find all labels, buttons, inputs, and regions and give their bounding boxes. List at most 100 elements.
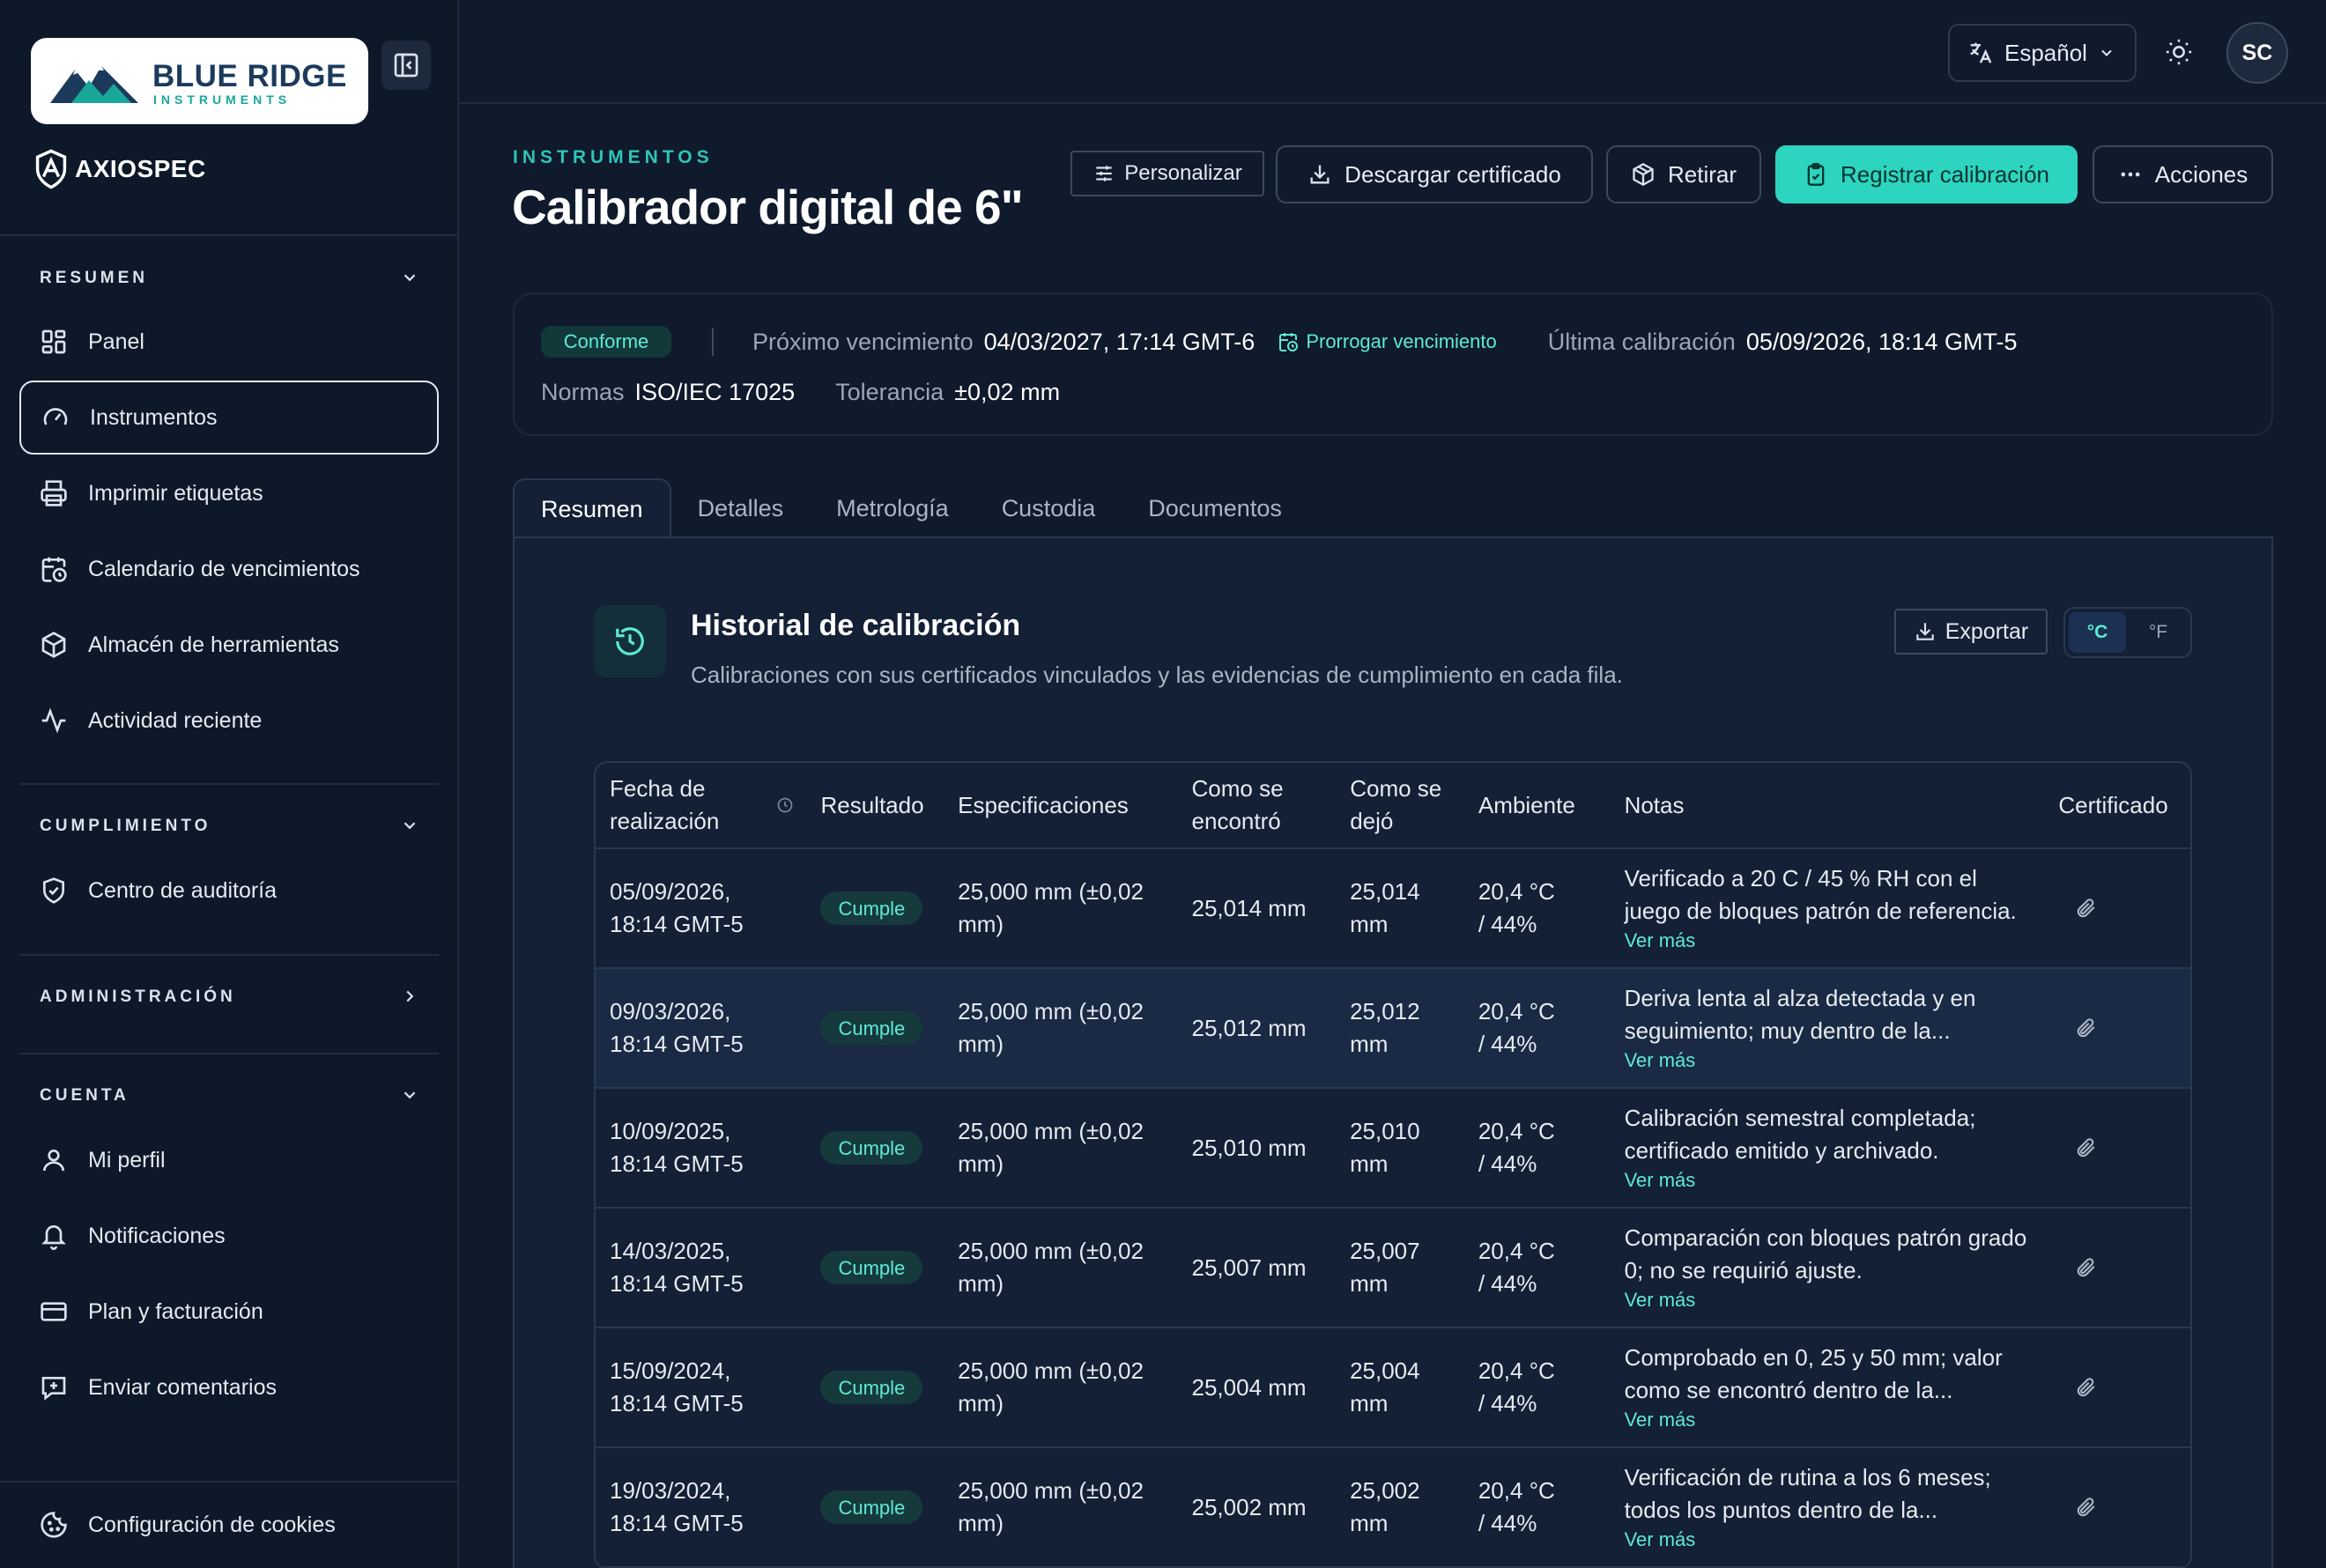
- table-body: 05/09/2026, 18:14 GMT-5 Cumple 25,000 mm (…: [596, 849, 2190, 1568]
- sidebar-collapse-icon: [394, 53, 419, 78]
- cell-as-found: 25,012 mm: [1191, 1014, 1307, 1041]
- result-badge: Cumple: [820, 1371, 923, 1405]
- norms-value: ISO/IEC 17025: [634, 379, 796, 405]
- table-row[interactable]: 05/09/2026, 18:14 GMT-5 Cumple 25,000 mm (…: [596, 849, 2190, 969]
- cell-as-left: 25,002 mm: [1350, 1477, 1420, 1536]
- tab-bar: Resumen Detalles Metrología Custodia Doc…: [513, 478, 1308, 538]
- paperclip-icon[interactable]: [2074, 1017, 2097, 1039]
- calendar-clock-icon: [1279, 333, 1299, 351]
- sidebar-item-label: Notificaciones: [88, 1223, 226, 1248]
- see-more-link[interactable]: Ver más: [1625, 1407, 2031, 1433]
- unit-fahrenheit[interactable]: °F: [2130, 612, 2187, 653]
- package-icon: [1633, 162, 1654, 187]
- column-certificate[interactable]: Certificado: [2044, 789, 2190, 822]
- see-more-link[interactable]: Ver más: [1625, 1527, 2031, 1553]
- tab-detalles[interactable]: Detalles: [671, 478, 811, 538]
- sun-icon[interactable]: [2164, 37, 2194, 67]
- cell-certificate: [2044, 1017, 2190, 1039]
- sidebar-item-plan[interactable]: Plan y facturación: [19, 1275, 439, 1349]
- sidebar-item-label: Enviar comentarios: [88, 1374, 277, 1400]
- sidebar-item-imprimir-etiquetas[interactable]: Imprimir etiquetas: [19, 456, 439, 530]
- actions-menu-button[interactable]: Acciones: [2093, 145, 2273, 203]
- collapse-sidebar-button[interactable]: [381, 41, 431, 90]
- sidebar-item-label: Panel: [88, 329, 144, 354]
- chevron-right-icon[interactable]: [400, 987, 419, 1006]
- see-more-link[interactable]: Ver más: [1625, 928, 2031, 954]
- table-row[interactable]: 19/03/2024, 18:14 GMT-5 Cumple 25,000 mm (…: [596, 1448, 2190, 1568]
- section-title: Historial de calibración: [691, 609, 1021, 642]
- avatar[interactable]: SC: [2226, 22, 2288, 84]
- extend-due-link[interactable]: Prorrogar vencimiento: [1278, 330, 1497, 353]
- column-notes[interactable]: Notas: [1611, 789, 2045, 822]
- customize-button[interactable]: Personalizar: [1070, 151, 1264, 196]
- last-calibration-label: Última calibración: [1547, 328, 1736, 355]
- sidebar-item-instrumentos[interactable]: Instrumentos: [19, 381, 439, 455]
- table-row[interactable]: 10/09/2025, 18:14 GMT-5 Cumple 25,000 mm (…: [596, 1089, 2190, 1209]
- chevron-down-icon: [2101, 49, 2112, 56]
- table-row[interactable]: 14/03/2025, 18:14 GMT-5 Cumple 25,000 mm (…: [596, 1209, 2190, 1328]
- sidebar-item-comentarios[interactable]: Enviar comentarios: [19, 1350, 439, 1424]
- cell-environment: 20,4 °C / 44%: [1478, 1238, 1555, 1297]
- tab-documentos[interactable]: Documentos: [1122, 478, 1308, 538]
- paperclip-icon[interactable]: [2074, 897, 2097, 920]
- section-label-cumplimiento[interactable]: CUMPLIMIENTO: [40, 817, 211, 836]
- sidebar-item-cookies[interactable]: Configuración de cookies: [19, 1488, 439, 1562]
- see-more-link[interactable]: Ver más: [1625, 1287, 2031, 1313]
- column-date[interactable]: Fecha de realización: [596, 773, 806, 838]
- sidebar-item-label: Almacén de herramientas: [88, 632, 339, 657]
- column-result[interactable]: Resultado: [806, 789, 944, 822]
- column-as-found[interactable]: Como se encontró: [1178, 773, 1337, 838]
- download-certificate-button[interactable]: Descargar certificado: [1276, 145, 1593, 203]
- sidebar-item-almacen[interactable]: Almacén de herramientas: [19, 608, 439, 682]
- cell-specifications: 25,000 mm (±0,02 mm): [958, 1477, 1144, 1536]
- column-environment[interactable]: Ambiente: [1464, 789, 1611, 822]
- breadcrumb[interactable]: INSTRUMENTOS: [513, 147, 714, 168]
- paperclip-icon[interactable]: [2074, 1496, 2097, 1519]
- tab-custodia[interactable]: Custodia: [975, 478, 1122, 538]
- column-specifications[interactable]: Especificaciones: [944, 789, 1177, 822]
- cell-as-found: 25,007 mm: [1191, 1254, 1307, 1281]
- cell-date: 05/09/2026, 18:14 GMT-5: [610, 878, 744, 937]
- register-calibration-button[interactable]: Registrar calibración: [1775, 145, 2078, 203]
- see-more-link[interactable]: Ver más: [1625, 1167, 2031, 1194]
- cell-as-found: 25,014 mm: [1191, 894, 1307, 921]
- sidebar-item-auditoria[interactable]: Centro de auditoría: [19, 854, 439, 928]
- column-as-left[interactable]: Como se dejó: [1336, 773, 1464, 838]
- table-row[interactable]: 15/09/2024, 18:14 GMT-5 Cumple 25,000 mm (…: [596, 1328, 2190, 1448]
- sidebar-item-notificaciones[interactable]: Notificaciones: [19, 1199, 439, 1273]
- tab-metrologia[interactable]: Metrología: [810, 478, 975, 538]
- paperclip-icon[interactable]: [2074, 1256, 2097, 1279]
- cell-as-found: 25,002 mm: [1191, 1493, 1307, 1520]
- section-label-cuenta[interactable]: CUENTA: [40, 1086, 130, 1106]
- sidebar-item-label: Imprimir etiquetas: [88, 480, 263, 506]
- cell-specifications: 25,000 mm (±0,02 mm): [958, 1357, 1144, 1416]
- unit-celsius[interactable]: °C: [2069, 612, 2126, 653]
- notes-text: Deriva lenta al alza detectada y en segu…: [1624, 985, 1976, 1044]
- sidebar: BLUE RIDGE INSTRUMENTS AXIOSPEC RESUMEN …: [0, 0, 459, 1568]
- translate-icon: [1970, 42, 1992, 63]
- language-selector[interactable]: Español: [1948, 24, 2137, 82]
- cell-specifications: 25,000 mm (±0,02 mm): [958, 1238, 1144, 1297]
- cell-result: Cumple: [806, 1251, 944, 1285]
- see-more-link[interactable]: Ver más: [1625, 1047, 2031, 1074]
- brand-logo[interactable]: BLUE RIDGE INSTRUMENTS: [31, 38, 368, 124]
- table-row[interactable]: 09/03/2026, 18:14 GMT-5 Cumple 25,000 mm (…: [596, 969, 2190, 1089]
- section-label-administracion[interactable]: ADMINISTRACIÓN: [40, 987, 236, 1007]
- retire-button[interactable]: Retirar: [1606, 145, 1761, 203]
- paperclip-icon[interactable]: [2074, 1136, 2097, 1159]
- tab-resumen[interactable]: Resumen: [513, 478, 671, 538]
- sidebar-item-actividad[interactable]: Actividad reciente: [19, 684, 439, 758]
- cell-certificate: [2044, 1256, 2190, 1279]
- export-button[interactable]: Exportar: [1894, 609, 2048, 655]
- chevron-down-icon[interactable]: [400, 268, 419, 287]
- section-label-resumen[interactable]: RESUMEN: [40, 269, 148, 288]
- sidebar-item-perfil[interactable]: Mi perfil: [19, 1123, 439, 1197]
- cell-certificate: [2044, 1496, 2190, 1519]
- table-header: Fecha de realización Resultado Especific…: [596, 763, 2190, 849]
- chevron-down-icon[interactable]: [400, 816, 419, 835]
- next-due-value: 04/03/2027, 17:14 GMT-6: [983, 328, 1256, 355]
- sidebar-item-calendario[interactable]: Calendario de vencimientos: [19, 532, 439, 606]
- paperclip-icon[interactable]: [2074, 1376, 2097, 1399]
- sidebar-item-panel[interactable]: Panel: [19, 305, 439, 379]
- chevron-down-icon[interactable]: [400, 1085, 419, 1105]
